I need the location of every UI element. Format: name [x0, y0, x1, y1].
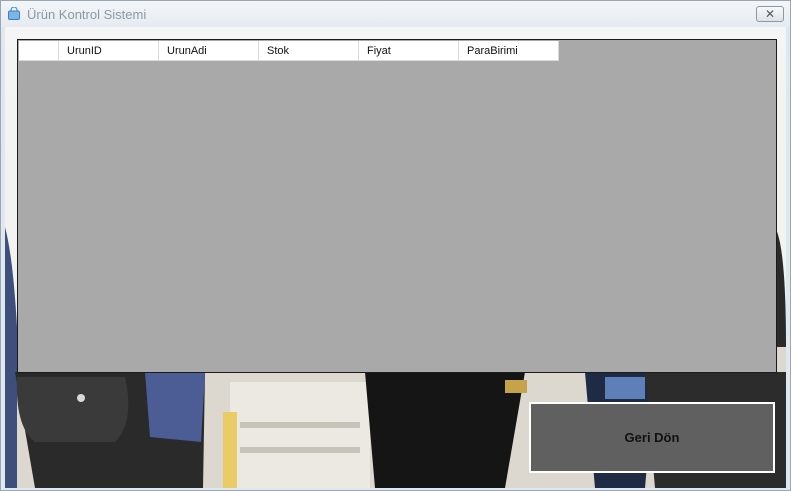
back-button-label: Geri Dön [624, 430, 680, 445]
column-header-urunadi[interactable]: UrunAdi [159, 41, 259, 61]
column-header-parabirimi[interactable]: ParaBirimi [459, 41, 559, 61]
row-header-corner[interactable] [19, 41, 59, 61]
column-header-stok[interactable]: Stok [259, 41, 359, 61]
close-icon: ✕ [764, 7, 776, 21]
column-header-urunid[interactable]: UrunID [59, 41, 159, 61]
form-client-area: UrunID UrunAdi Stok Fiyat ParaBirimi Ger… [5, 27, 786, 488]
title-bar: Ürün Kontrol Sistemi ✕ [1, 1, 790, 27]
close-button[interactable]: ✕ [756, 6, 784, 22]
column-header-fiyat[interactable]: Fiyat [359, 41, 459, 61]
product-data-grid[interactable]: UrunID UrunAdi Stok Fiyat ParaBirimi [17, 39, 777, 373]
grid-header-row: UrunID UrunAdi Stok Fiyat ParaBirimi [19, 41, 559, 61]
back-button[interactable]: Geri Dön [529, 402, 775, 473]
app-window: Ürün Kontrol Sistemi ✕ UrunID UrunAdi St… [0, 0, 791, 491]
window-title: Ürün Kontrol Sistemi [27, 7, 147, 22]
shopping-bag-icon [7, 6, 21, 20]
